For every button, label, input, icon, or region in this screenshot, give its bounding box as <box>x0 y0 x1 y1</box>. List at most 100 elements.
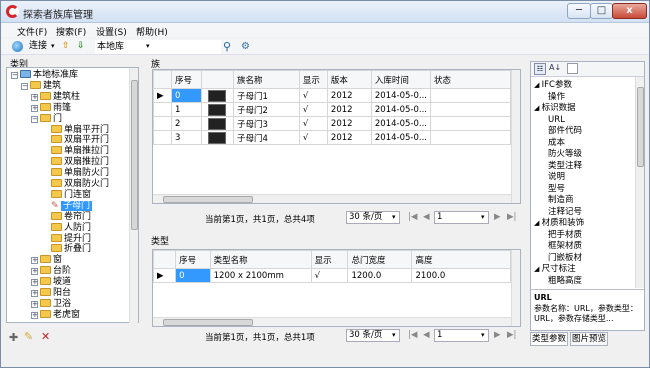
property-row[interactable]: 注释记号 <box>548 207 582 218</box>
settings-icon[interactable]: ⚙ <box>241 40 250 53</box>
column-header[interactable] <box>200 70 234 89</box>
property-row[interactable]: 门嵌板材 <box>548 253 582 264</box>
type-hscroll[interactable] <box>153 317 511 326</box>
property-row[interactable]: 型号 <box>548 184 565 195</box>
alphabetical-sort-icon[interactable]: A↓ <box>549 63 561 72</box>
tree-node[interactable]: 双扇推拉门 <box>51 157 109 168</box>
edit-icon[interactable]: ✎ <box>24 330 33 343</box>
library-select[interactable]: 本地库 <box>95 40 221 54</box>
add-icon[interactable]: ✚ <box>9 331 18 344</box>
expand-icon[interactable]: + <box>31 290 38 297</box>
type-next-page-icon[interactable]: ▶ <box>494 330 501 340</box>
tree-node[interactable]: − 建筑 <box>21 80 61 92</box>
tree-node[interactable]: + 窗 <box>31 255 62 266</box>
property-row[interactable]: 部件代码 <box>548 126 582 137</box>
tree-node[interactable]: 提升门 <box>51 233 91 245</box>
menu-search[interactable]: 搜索(F) <box>56 25 86 38</box>
tree-node[interactable]: 人防门 <box>51 222 91 234</box>
expand-icon[interactable]: + <box>31 268 38 276</box>
tree-node[interactable]: + 老虎窗 <box>31 309 80 321</box>
download-icon[interactable]: ⇩ <box>77 40 85 53</box>
tree-node[interactable]: 折叠门 <box>51 244 91 255</box>
show-check[interactable]: √ <box>298 88 328 103</box>
table-row[interactable]: 1 子母门2 √ 2012 2014-05-0... <box>153 102 511 117</box>
connect-button[interactable]: 连接 <box>29 40 47 53</box>
search-icon[interactable]: ⚲ <box>223 40 231 53</box>
table-row[interactable]: 3 子母门4 √ 2012 2014-05-0... <box>153 130 511 145</box>
column-header[interactable]: 类型名称 <box>209 250 312 269</box>
tree-node[interactable]: 单扇推拉门 <box>51 146 109 157</box>
library-dropdown-icon[interactable]: ▾ <box>146 40 150 53</box>
tree-node[interactable]: + 台阶 <box>31 266 71 277</box>
tab-type-params[interactable]: 类型参数 <box>530 332 568 346</box>
property-row[interactable]: 说明 <box>548 172 565 183</box>
family-vscroll[interactable] <box>511 70 520 203</box>
property-row[interactable]: 类型注释 <box>548 161 582 172</box>
family-hscroll-thumb[interactable] <box>163 196 253 203</box>
type-prev-page-icon[interactable]: ◀ <box>423 330 430 340</box>
column-header[interactable]: 入库时间 <box>370 70 432 89</box>
property-category[interactable]: ◢ 尺寸标注 <box>534 264 576 275</box>
tab-image-preview[interactable]: 图片预览 <box>570 332 608 346</box>
type-page-dropdown-icon[interactable]: ▾ <box>481 331 485 339</box>
type-per-page-dropdown-icon[interactable]: ▾ <box>392 331 396 339</box>
type-first-page-icon[interactable]: |◀ <box>408 330 417 340</box>
family-per-page-dropdown-icon[interactable]: ▾ <box>392 213 396 221</box>
delete-icon[interactable]: ✕ <box>41 330 50 343</box>
property-scroll-thumb[interactable] <box>637 87 644 167</box>
collapse-icon[interactable]: − <box>31 115 38 123</box>
tree-node[interactable]: 双扇平开门 <box>51 135 109 146</box>
tree-node[interactable]: − 门 <box>31 113 62 125</box>
collapse-icon[interactable]: − <box>11 72 18 79</box>
show-check[interactable]: √ <box>298 130 328 145</box>
upload-icon[interactable]: ⇧ <box>62 40 70 53</box>
maximize-button[interactable]: □ <box>590 3 613 19</box>
collapse-icon[interactable]: − <box>21 82 28 90</box>
tree-node[interactable]: 单扇防火门 <box>51 168 109 179</box>
property-row[interactable]: 制造商 <box>548 195 574 206</box>
tree-node[interactable]: + 建筑柱 <box>31 91 80 103</box>
expand-icon[interactable]: + <box>31 279 38 287</box>
show-check[interactable]: √ <box>298 116 328 131</box>
menu-file[interactable]: 文件(F) <box>17 25 47 38</box>
family-last-page-icon[interactable]: ▶| <box>507 212 516 222</box>
family-prev-page-icon[interactable]: ◀ <box>423 212 430 222</box>
tree-scroll-thumb[interactable] <box>131 80 138 230</box>
tree-node[interactable]: + 卫浴 <box>31 298 71 310</box>
tree-node[interactable]: + 坡道 <box>31 277 71 288</box>
property-vscroll[interactable] <box>635 77 644 288</box>
table-row[interactable]: ▶ 0 子母门1 √ 2012 2014-05-0... <box>153 88 511 103</box>
column-header[interactable]: 总门宽度 <box>347 250 413 269</box>
column-header[interactable]: 状态 <box>430 70 511 89</box>
expand-icon[interactable]: + <box>31 93 38 101</box>
family-next-page-icon[interactable]: ▶ <box>494 212 501 222</box>
connect-dropdown-icon[interactable]: ▾ <box>51 40 55 53</box>
collapse-icon[interactable]: ◢ <box>534 104 542 112</box>
categorized-view-icon[interactable]: ☷ <box>534 63 546 75</box>
tree-node[interactable]: ✎ 子母门 <box>51 200 93 212</box>
column-header[interactable]: 族名称 <box>232 70 300 89</box>
tree-node[interactable]: + 雨篷 <box>31 102 71 114</box>
collapse-icon[interactable]: ◢ <box>534 81 542 89</box>
property-row[interactable]: 把手材质 <box>548 230 582 241</box>
show-check[interactable]: √ <box>298 102 328 117</box>
type-vscroll[interactable] <box>511 250 520 326</box>
table-row[interactable]: ▶ 0 1200 x 2100mm √ 1200.0 2100.0 <box>152 268 511 283</box>
tree-node[interactable]: 双扇防火门 <box>51 179 109 190</box>
property-pages-icon[interactable] <box>567 63 578 74</box>
property-category[interactable]: ◢ 标识数据 <box>534 103 576 114</box>
property-category[interactable]: ◢ 材质和装饰 <box>534 218 584 229</box>
column-header[interactable]: 序号 <box>175 250 211 269</box>
tree-node[interactable]: 单扇平开门 <box>51 124 109 136</box>
type-hscroll-thumb[interactable] <box>163 319 253 326</box>
property-row[interactable]: 防火等级 <box>548 149 582 160</box>
expand-icon[interactable]: + <box>31 311 38 319</box>
expand-icon[interactable]: + <box>31 257 38 265</box>
expand-icon[interactable]: + <box>31 300 38 308</box>
property-row[interactable]: 粗略高度 <box>548 276 582 287</box>
collapse-icon[interactable]: ◢ <box>534 219 542 227</box>
minimize-button[interactable]: ─ <box>567 3 591 19</box>
property-row[interactable]: 成本 <box>548 138 565 149</box>
expand-icon[interactable]: + <box>31 104 38 112</box>
tree-node[interactable]: + 阳台 <box>31 288 71 299</box>
